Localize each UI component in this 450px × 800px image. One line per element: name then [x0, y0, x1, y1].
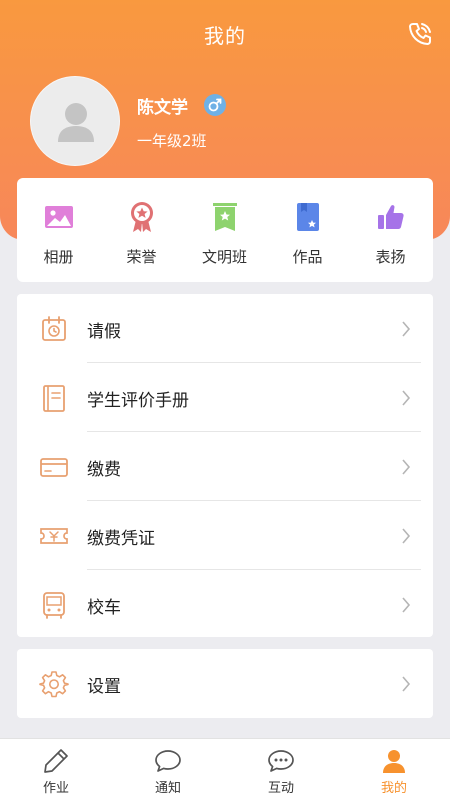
- works-book-icon: [297, 203, 319, 231]
- interaction-chat-icon: [268, 750, 294, 772]
- payment-voucher-icon: [40, 528, 68, 544]
- menu-item-payment-voucher[interactable]: 缴费凭证: [17, 501, 433, 570]
- menu-item-evaluation-handbook[interactable]: 学生评价手册: [17, 363, 433, 432]
- menu-item-leave[interactable]: 请假: [17, 294, 433, 363]
- quick-action-works[interactable]: 作品: [266, 178, 349, 282]
- chevron-right-icon: [402, 597, 411, 613]
- notification-bubble-icon: [155, 750, 181, 772]
- school-bus-icon: [43, 592, 65, 619]
- page-title: 我的: [204, 24, 246, 48]
- tab-notification[interactable]: 通知: [112, 739, 224, 800]
- menu-item-settings[interactable]: 设置: [17, 649, 433, 718]
- menu-item-school-bus[interactable]: 校车: [17, 570, 433, 639]
- tab-interaction[interactable]: 互动: [225, 739, 337, 800]
- quick-action-honor[interactable]: 荣誉: [100, 178, 183, 282]
- quick-action-label: 文明班: [201, 248, 247, 266]
- menu-item-payment[interactable]: 缴费: [17, 432, 433, 501]
- avatar[interactable]: [30, 76, 120, 166]
- quick-actions-card: 相册 荣誉 文明班 作品 表扬: [17, 178, 433, 282]
- menu-item-label: 缴费: [87, 460, 121, 480]
- quick-action-label: 表扬: [375, 248, 406, 266]
- leave-calendar-icon: [42, 316, 66, 341]
- chevron-right-icon: [402, 459, 411, 475]
- menu-item-label: 请假: [87, 322, 121, 342]
- class-name: 一年级2班: [137, 132, 207, 150]
- chevron-right-icon: [402, 390, 411, 406]
- tab-homework[interactable]: 作业: [0, 739, 112, 800]
- tab-label: 通知: [154, 781, 181, 796]
- gear-icon: [39, 671, 69, 698]
- quick-action-label: 作品: [292, 248, 323, 266]
- bottom-tab-bar: 作业 通知 互动 我的: [0, 738, 450, 800]
- payment-card-icon: [40, 458, 68, 477]
- quick-action-label: 荣誉: [126, 248, 157, 266]
- settings-card: 设置: [17, 649, 433, 718]
- chevron-right-icon: [402, 676, 411, 692]
- menu-item-label: 设置: [87, 677, 121, 697]
- quick-action-praise[interactable]: 表扬: [349, 178, 432, 282]
- evaluation-handbook-icon: [43, 385, 65, 412]
- menu-item-label: 学生评价手册: [87, 391, 189, 411]
- tab-label: 互动: [267, 781, 294, 796]
- chevron-right-icon: [402, 321, 411, 337]
- phone-icon[interactable]: [406, 20, 434, 48]
- male-icon: [204, 94, 226, 116]
- quick-action-album[interactable]: 相册: [17, 178, 100, 282]
- album-icon: [45, 206, 73, 228]
- homework-pencil-icon: [44, 749, 68, 773]
- tab-label: 作业: [42, 781, 69, 796]
- menu-card: 请假 学生评价手册 缴费 缴费凭证 校车: [17, 294, 433, 637]
- menu-item-label: 缴费凭证: [87, 529, 155, 549]
- thumbs-up-icon: [378, 205, 404, 229]
- tab-mine[interactable]: 我的: [338, 739, 450, 800]
- user-name: 陈文学: [137, 98, 188, 118]
- quick-action-label: 相册: [43, 248, 74, 266]
- profile-person-icon: [383, 750, 405, 773]
- honor-medal-icon: [131, 202, 153, 232]
- menu-item-label: 校车: [87, 598, 121, 618]
- tab-label: 我的: [380, 781, 407, 796]
- civilized-class-flag-icon: [213, 203, 237, 231]
- default-avatar-icon: [58, 103, 94, 142]
- chevron-right-icon: [402, 528, 411, 544]
- quick-action-civilized-class[interactable]: 文明班: [183, 178, 266, 282]
